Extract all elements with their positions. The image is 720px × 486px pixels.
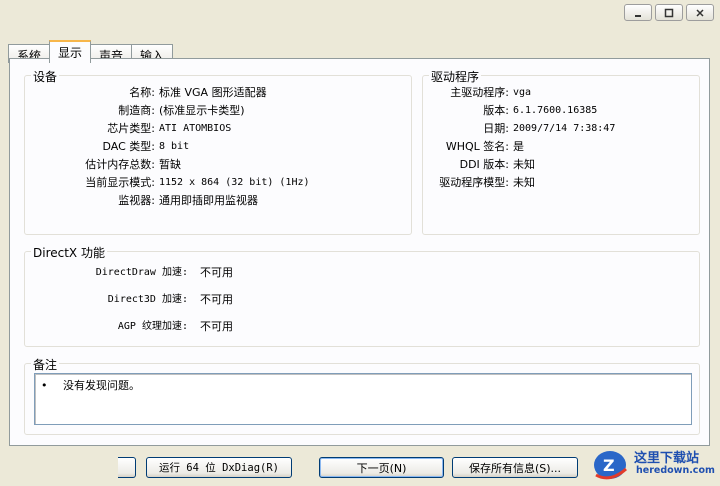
directx-label: AGP 纹理加速: (117, 321, 188, 332)
driver-value: 未知 (513, 176, 535, 189)
device-row-memory: 估计内存总数: 暂缺 (30, 156, 181, 174)
driver-row-main: 主驱动程序: vga (424, 84, 531, 102)
device-row-chip: 芯片类型: ATI ATOMBIOS (30, 120, 231, 138)
driver-label: DDI 版本: (459, 158, 509, 171)
directx-row-agp: AGP 纹理加速: 不可用 (30, 318, 233, 336)
device-label: DAC 类型: (102, 140, 156, 153)
driver-label: 主驱动程序: (450, 86, 509, 99)
save-all-info-label: 保存所有信息(S)... (468, 461, 562, 475)
driver-label: 版本: (483, 104, 509, 117)
tab-panel: 设备 名称: 标准 VGA 图形适配器 制造商: (标准显示卡类型) 芯片类型:… (9, 58, 710, 446)
directx-row-directdraw: DirectDraw 加速: 不可用 (30, 264, 233, 282)
driver-group-title: 驱动程序 (429, 68, 482, 85)
run-64bit-dxdiag-button[interactable]: 运行 64 位 DxDiag(R) (146, 457, 292, 478)
directx-label: DirectDraw 加速: (95, 267, 188, 278)
driver-label: 日期: (483, 122, 509, 135)
device-row-manufacturer: 制造商: (标准显示卡类型) (30, 102, 245, 120)
device-value: 通用即插即用监视器 (159, 194, 258, 207)
device-label: 芯片类型: (107, 122, 155, 135)
heredown-watermark: Z 这里下载站 heredown.com (590, 443, 720, 483)
notes-group-title: 备注 (31, 356, 60, 373)
device-label: 名称: (129, 86, 155, 99)
directx-value: 不可用 (200, 320, 233, 333)
driver-value: 未知 (513, 158, 535, 171)
driver-value: 是 (513, 140, 524, 153)
notes-textbox[interactable]: • 没有发现问题。 (34, 373, 692, 425)
device-value: 标准 VGA 图形适配器 (159, 86, 267, 99)
close-icon[interactable] (686, 4, 714, 21)
device-row-dac: DAC 类型: 8 bit (30, 138, 190, 156)
window-controls (624, 4, 714, 21)
device-row-monitor: 监视器: 通用即插即用监视器 (30, 192, 258, 210)
driver-label: 驱动程序模型: (439, 176, 509, 189)
watermark-cn: 这里下载站 (634, 451, 700, 466)
device-label: 当前显示模式: (85, 176, 155, 189)
maximize-icon[interactable] (655, 4, 683, 21)
device-value: 8 bit (159, 141, 190, 152)
driver-row-version: 版本: 6.1.7600.16385 (424, 102, 597, 120)
device-row-mode: 当前显示模式: 1152 x 864 (32 bit) (1Hz) (30, 174, 310, 192)
device-label: 估计内存总数: (85, 158, 155, 171)
minimize-icon[interactable] (624, 4, 652, 21)
watermark-en: heredown.com (636, 465, 715, 476)
directx-row-direct3d: Direct3D 加速: 不可用 (30, 291, 233, 309)
driver-row-model: 驱动程序模型: 未知 (424, 174, 535, 192)
notes-text: 没有发现问题。 (63, 379, 140, 392)
run-64bit-label: 运行 64 位 DxDiag(R) (158, 462, 279, 474)
next-page-label: 下一页(N) (356, 461, 407, 475)
driver-row-ddi: DDI 版本: 未知 (424, 156, 535, 174)
driver-row-date: 日期: 2009/7/14 7:38:47 (424, 120, 615, 138)
driver-value: 2009/7/14 7:38:47 (513, 123, 616, 134)
notes-bullet: • (41, 379, 48, 392)
driver-label: WHQL 签名: (445, 140, 509, 153)
directx-value: 不可用 (200, 293, 233, 306)
directx-value: 不可用 (200, 266, 233, 279)
device-label: 制造商: (118, 104, 155, 117)
tab-display[interactable]: 显示 (49, 40, 92, 63)
help-button-partial[interactable] (118, 457, 136, 478)
device-value: 1152 x 864 (32 bit) (1Hz) (159, 177, 310, 188)
device-group-title: 设备 (31, 68, 60, 85)
driver-value: 6.1.7600.16385 (513, 105, 598, 116)
device-value: (标准显示卡类型) (159, 104, 245, 117)
directx-group-title: DirectX 功能 (31, 244, 107, 261)
device-label: 监视器: (118, 194, 155, 207)
device-row-name: 名称: 标准 VGA 图形适配器 (30, 84, 267, 102)
driver-value: vga (513, 87, 532, 98)
device-value: ATI ATOMBIOS (159, 123, 232, 134)
svg-text:Z: Z (603, 456, 615, 475)
directx-label: Direct3D 加速: (107, 294, 188, 305)
next-page-button[interactable]: 下一页(N) (319, 457, 444, 478)
save-all-info-button[interactable]: 保存所有信息(S)... (452, 457, 578, 478)
driver-row-whql: WHQL 签名: 是 (424, 138, 524, 156)
device-value: 暂缺 (159, 158, 181, 171)
